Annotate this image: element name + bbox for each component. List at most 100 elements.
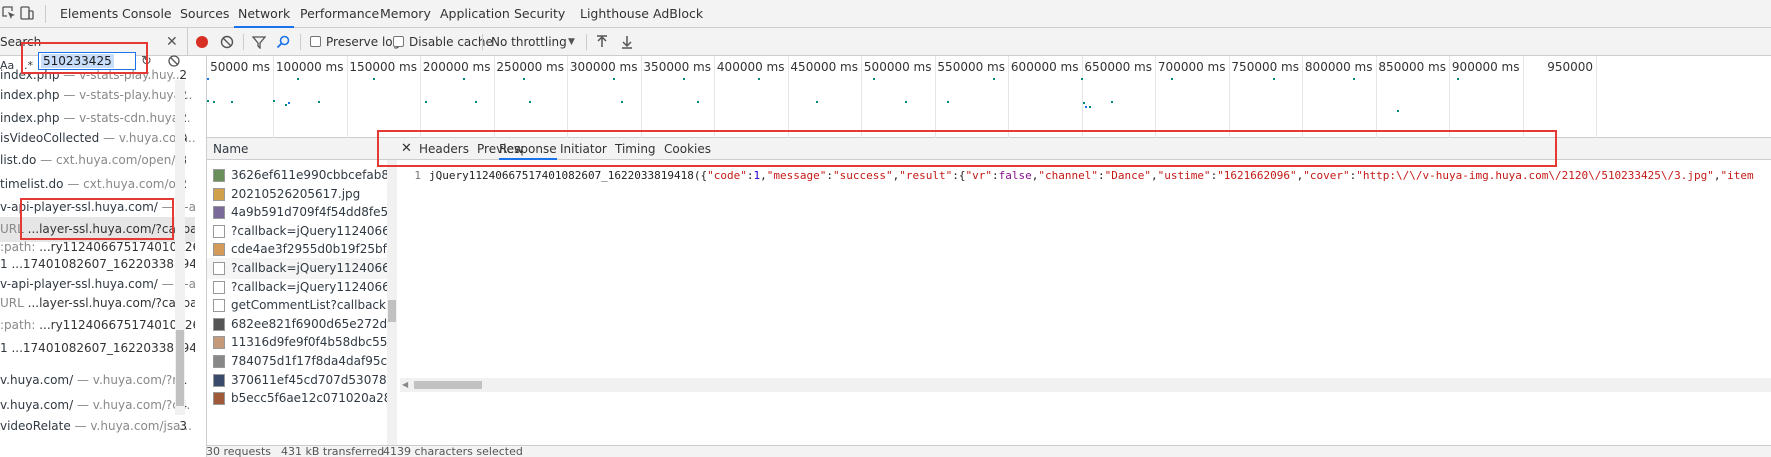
search-result-row[interactable]: 1 ...17401082607_162203381941...: [0, 336, 195, 361]
result-name: URL: [0, 296, 24, 310]
network-timeline[interactable]: 50000 ms 100000 ms 150000 ms 200000 ms 25000…: [207, 56, 1771, 138]
timeline-request-dot: [207, 100, 209, 102]
request-detail-pane: ✕ Headers Preview Response Initiator Tim…: [397, 138, 1771, 457]
filter-icon[interactable]: [251, 35, 267, 52]
result-name: timelist.do: [0, 177, 64, 191]
close-search-icon[interactable]: ✕: [166, 28, 178, 56]
timeline-tick-label: 300000 ms: [569, 60, 638, 74]
chevron-down-icon[interactable]: ▼: [568, 28, 575, 56]
search-result-row[interactable]: videoRelate — v.huya.com/jsa... 3: [0, 414, 195, 439]
tab-response[interactable]: Response: [499, 138, 557, 160]
timeline-tick-label: 500000 ms: [863, 60, 932, 74]
tab-initiator[interactable]: Initiator: [560, 138, 607, 160]
request-name: 3626ef611e990cbbcefab8e1b: [231, 168, 397, 182]
tab-network[interactable]: Network: [234, 0, 295, 28]
tab-elements[interactable]: Elements: [60, 0, 118, 28]
result-origin: — v-stats-play.huya...: [63, 88, 193, 102]
result-count: 3: [179, 419, 187, 433]
json-key: "item: [1720, 169, 1754, 182]
result-origin: — cxt.huya.com/o...: [67, 177, 188, 191]
search-result-row[interactable]: timelist.do — cxt.huya.com/o...2: [0, 172, 195, 197]
timeline-tick: 400000 ms: [717, 56, 789, 138]
tab-application[interactable]: Application: [440, 0, 510, 28]
request-row[interactable]: b5ecc5f6ae12c071020a280c6: [207, 388, 397, 409]
result-name: index.php: [0, 88, 60, 102]
response-hscrollbar[interactable]: ◀: [400, 378, 1771, 392]
timeline-request-dot: [285, 104, 287, 106]
import-har-icon[interactable]: [596, 35, 608, 52]
timeline-request-dot: [613, 78, 615, 80]
timeline-tick: 500000 ms: [864, 56, 936, 138]
search-panel-title: Search: [0, 35, 42, 49]
response-body[interactable]: 1 jQuery11240667517401082607_162203381941…: [397, 166, 1771, 186]
tab-console[interactable]: Console: [122, 0, 172, 28]
search-icon[interactable]: [276, 35, 290, 52]
result-name: videoRelate: [0, 419, 71, 433]
file-icon: [213, 317, 225, 331]
json-value: "http:\/\/v-huya-img.huya.com\/2120\/510…: [1356, 169, 1714, 182]
timeline-tick: 950000: [1547, 56, 1597, 138]
timeline-request-dot: [758, 78, 760, 80]
tab-performance[interactable]: Performance: [300, 0, 379, 28]
tab-cookies[interactable]: Cookies: [664, 138, 711, 160]
timeline-tick-label: 200000 ms: [422, 60, 491, 74]
tab-adblock[interactable]: AdBlock: [653, 0, 703, 28]
request-name: ?callback=jQuery11240667517: [231, 261, 397, 275]
tab-timing[interactable]: Timing: [615, 138, 656, 160]
json-key: "cover": [1303, 169, 1350, 182]
results-scrollbar[interactable]: [175, 80, 185, 415]
timeline-request-dot: [207, 78, 209, 80]
result-name: 1: [0, 257, 8, 271]
json-key: "vr": [965, 169, 992, 182]
timeline-request-dot: [816, 101, 818, 103]
result-name: 1: [0, 341, 8, 355]
device-toolbar-icon[interactable]: [20, 6, 34, 20]
preserve-log-checkbox[interactable]: [310, 36, 321, 47]
clear-icon[interactable]: [220, 35, 234, 52]
timeline-request-dot: [463, 78, 465, 80]
search-result-row[interactable]: index.php — v-stats-play.huya...2: [0, 83, 195, 108]
timeline-tick-label: 950000: [1547, 60, 1593, 74]
timeline-request-dot: [905, 101, 907, 103]
timeline-request-dot: [1081, 78, 1083, 80]
timeline-tick-label: 550000 ms: [937, 60, 1005, 74]
file-icon: [213, 206, 225, 220]
file-icon: [213, 392, 225, 406]
export-har-icon[interactable]: [621, 35, 633, 52]
timeline-request-dot: [1089, 106, 1091, 108]
timeline-tick-label: 50000 ms: [210, 60, 270, 74]
disable-cache-checkbox[interactable]: [393, 36, 404, 47]
search-result-row[interactable]: :path: ...ry1124066751740108260...: [0, 313, 195, 338]
timeline-request-dot: [683, 78, 685, 80]
result-name: list.do: [0, 153, 37, 167]
disable-cache-label: Disable cache: [409, 35, 493, 49]
tab-memory[interactable]: Memory: [380, 0, 431, 28]
file-icon: [213, 243, 225, 257]
timeline-tick-label: 150000 ms: [349, 60, 417, 74]
throttling-select[interactable]: No throttling: [491, 28, 567, 56]
timeline-tick: 850000 ms: [1378, 56, 1450, 138]
json-key: "code": [707, 169, 747, 182]
tab-headers[interactable]: Headers: [419, 138, 469, 160]
tab-lighthouse[interactable]: Lighthouse: [580, 0, 649, 28]
timeline-tick-label: 800000 ms: [1304, 60, 1373, 74]
request-list-scrollbar[interactable]: [387, 160, 397, 445]
inspect-element-icon[interactable]: [2, 6, 16, 20]
name-column-header[interactable]: Name: [207, 138, 397, 160]
timeline-tick: 450000 ms: [790, 56, 862, 138]
timeline-request-dot: [1457, 78, 1459, 80]
record-icon[interactable]: [196, 36, 208, 48]
search-result-row[interactable]: v.huya.com/ — v.huya.com/?r...1: [0, 368, 195, 393]
line-number: 1: [414, 169, 421, 182]
request-name: ?callback=jQuery11240667517: [231, 279, 397, 294]
request-name: 784075d1f17f8da4daf95c4c5: [231, 354, 397, 368]
request-list: Name 3626ef611e990cbbcefab8e1b 2021052620…: [207, 138, 397, 457]
search-result-row[interactable]: list.do — cxt.huya.com/open/...3: [0, 148, 195, 173]
timeline-tick: 800000 ms: [1305, 56, 1377, 138]
tab-sources[interactable]: Sources: [180, 0, 229, 28]
close-detail-icon[interactable]: ✕: [401, 138, 415, 160]
detail-tabs: ✕ Headers Preview Response Initiator Tim…: [397, 138, 1771, 160]
timeline-tick-label: 600000 ms: [1010, 60, 1079, 74]
json-value: false: [998, 169, 1032, 182]
tab-security[interactable]: Security: [514, 0, 565, 28]
